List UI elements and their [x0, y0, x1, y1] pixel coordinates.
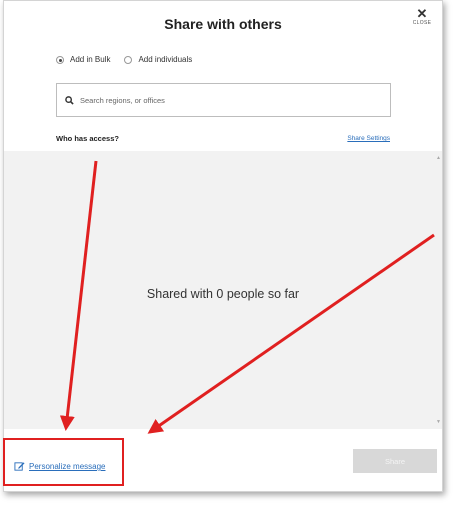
dialog-title: Share with others	[164, 16, 282, 32]
scroll-down-icon[interactable]: ▼	[436, 419, 441, 425]
share-settings-link[interactable]: Share Settings	[347, 135, 390, 142]
search-icon	[65, 95, 74, 105]
radio-label-individuals: Add individuals	[138, 55, 193, 64]
radio-label-bulk: Add in Bulk	[70, 55, 111, 64]
search-box[interactable]	[56, 83, 391, 117]
share-button[interactable]: Share	[353, 449, 437, 473]
radio-indicator-bulk[interactable]	[56, 55, 64, 64]
scroll-up-icon[interactable]: ▲	[436, 155, 441, 161]
radio-indicator-individuals[interactable]	[124, 55, 133, 64]
empty-state-message: Shared with 0 people so far	[146, 287, 300, 301]
share-dialog: Share with others ✕ CLOSE Add in Bulk Ad…	[3, 0, 443, 492]
radio-add-in-bulk[interactable]: Add in Bulk	[56, 55, 110, 64]
who-has-access-heading: Who has access?	[56, 134, 119, 143]
share-mode-group: Add in Bulk Add individuals	[56, 55, 200, 64]
close-icon: ✕	[416, 6, 428, 21]
close-label: CLOSE	[412, 20, 432, 26]
annotation-highlight-box	[3, 438, 124, 486]
close-button[interactable]: ✕ CLOSE	[410, 7, 434, 26]
search-input[interactable]	[78, 94, 390, 106]
radio-add-individuals[interactable]: Add individuals	[124, 55, 192, 64]
